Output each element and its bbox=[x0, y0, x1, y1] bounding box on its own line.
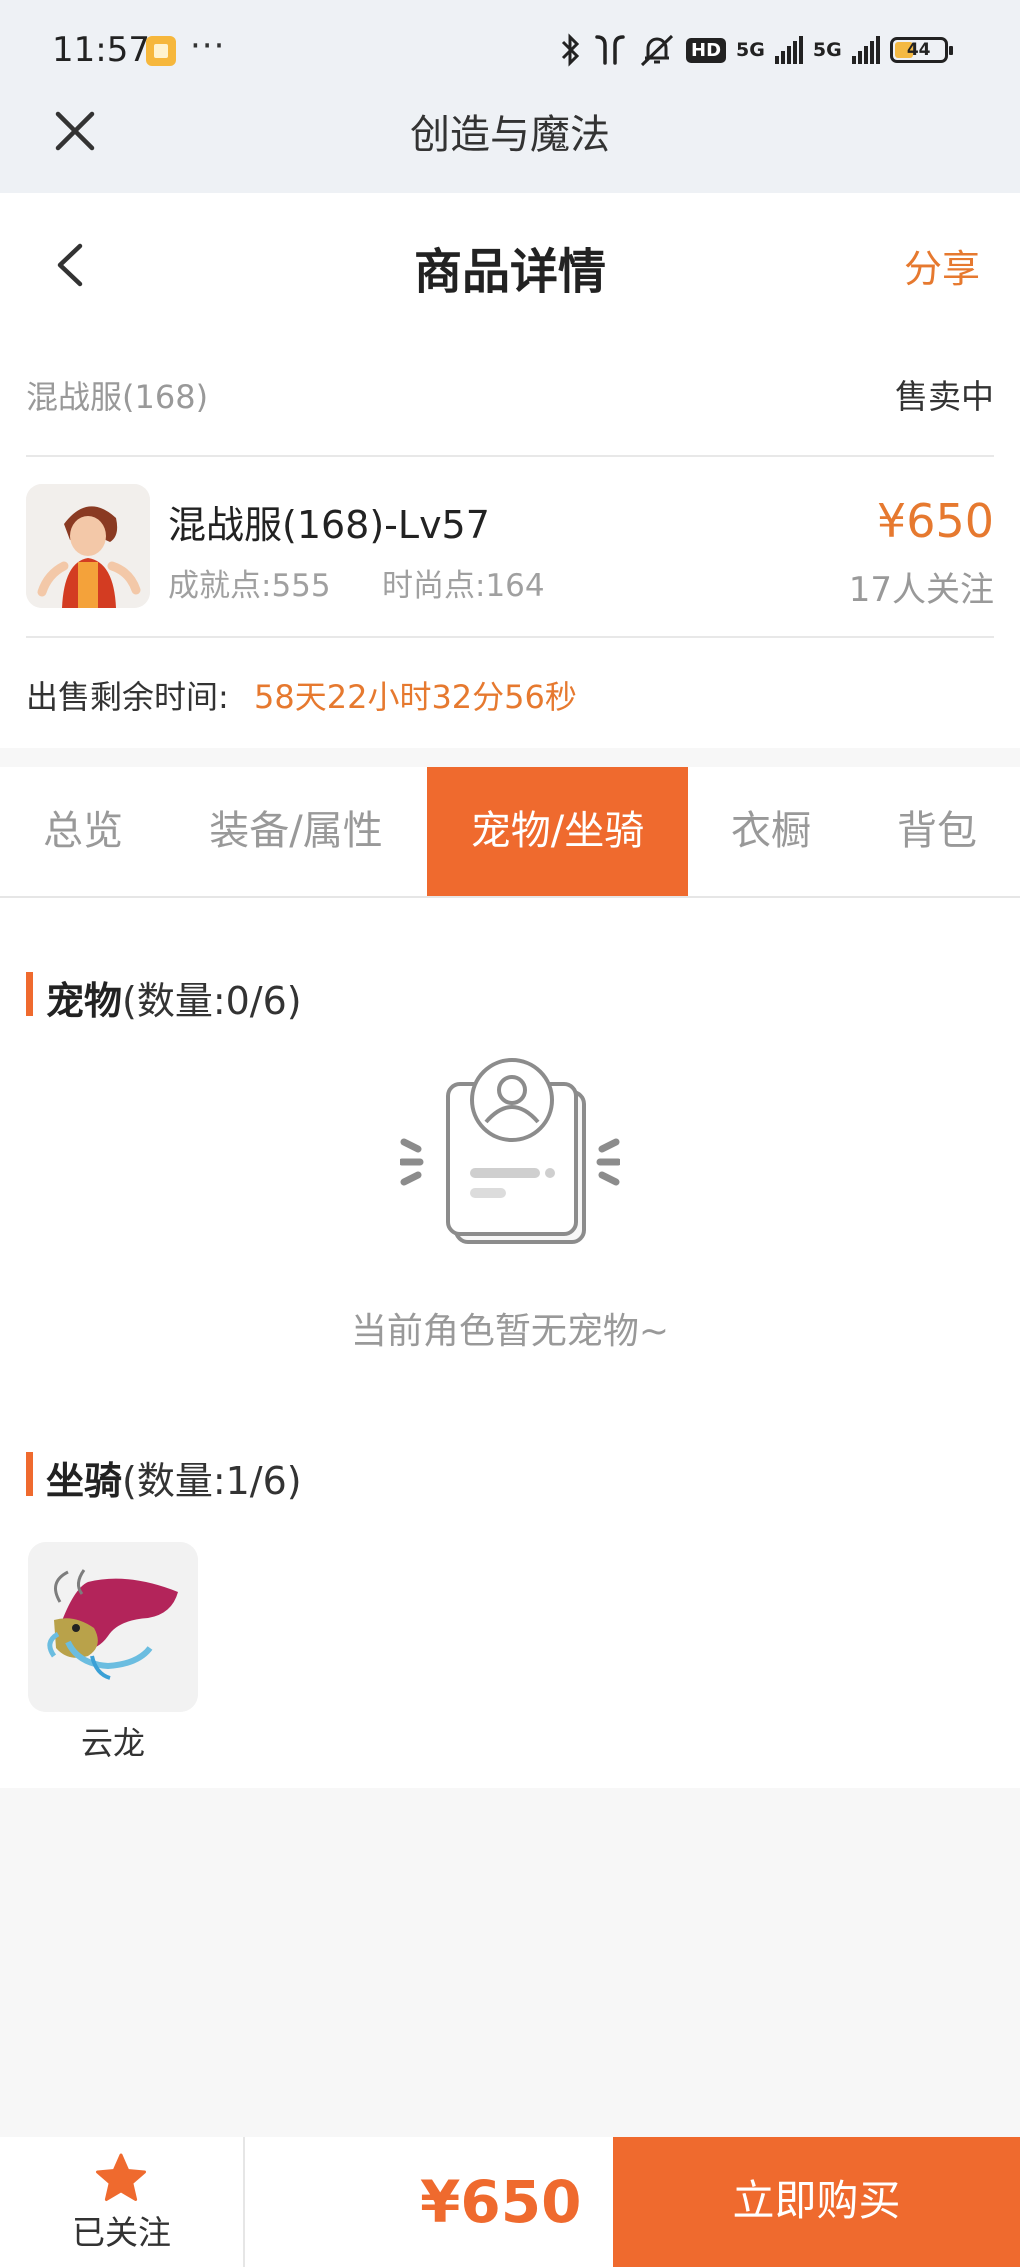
divider bbox=[26, 455, 994, 457]
fashion-points: 时尚点:164 bbox=[382, 568, 545, 604]
tab-pets-mounts[interactable]: 宠物/坐骑 bbox=[427, 767, 688, 896]
follow-label[interactable]: 已关注 bbox=[0, 2206, 243, 2254]
battery-level: 44 bbox=[906, 40, 931, 60]
mounts-count: (数量:1/6) bbox=[122, 1459, 302, 1503]
page-title: 商品详情 bbox=[413, 244, 606, 300]
signal-5g-label-2: 5G bbox=[812, 39, 842, 61]
mounts-section-title: 坐骑 bbox=[46, 1459, 123, 1503]
signal-5g-icon-2 bbox=[851, 36, 880, 64]
listing-name: 混战服(168)-Lv57 bbox=[168, 503, 490, 547]
signal-5g-label: 5G bbox=[736, 39, 765, 61]
listing-price: ¥650 bbox=[876, 494, 994, 548]
empty-state-icon bbox=[400, 1058, 620, 1244]
earbuds-icon bbox=[595, 35, 625, 65]
server-label: 混战服(168) bbox=[26, 378, 209, 416]
mount-name: 云龙 bbox=[80, 1724, 145, 1762]
achievement-points: 成就点:555 bbox=[168, 568, 331, 604]
bluetooth-icon bbox=[561, 33, 580, 67]
notes-app-icon bbox=[146, 36, 176, 66]
signal-5g-icon bbox=[774, 36, 803, 64]
status-time: 11:57 bbox=[52, 30, 150, 70]
remaining-time-label: 出售剩余时间: bbox=[26, 678, 229, 716]
remaining-time-value: 58天22小时32分56秒 bbox=[254, 678, 577, 716]
status-badge: 售卖中 bbox=[895, 377, 994, 416]
dragon-icon bbox=[28, 1542, 198, 1712]
buy-now-button[interactable]: 立即购买 bbox=[613, 2137, 1020, 2267]
tab-equipment[interactable]: 装备/属性 bbox=[166, 767, 426, 896]
tab-backpack[interactable]: 背包 bbox=[854, 767, 1020, 896]
share-button[interactable]: 分享 bbox=[904, 238, 980, 293]
pets-count: (数量:0/6) bbox=[122, 979, 302, 1023]
mount-thumbnail[interactable] bbox=[28, 1542, 198, 1712]
character-portrait-icon bbox=[26, 484, 150, 608]
tab-wardrobe[interactable]: 衣橱 bbox=[688, 767, 854, 896]
miniapp-title: 创造与魔法 bbox=[410, 112, 610, 158]
follower-count: 17人关注 bbox=[848, 570, 994, 610]
tab-overview[interactable]: 总览 bbox=[0, 767, 166, 896]
divider bbox=[26, 636, 994, 638]
battery-icon: 44 bbox=[889, 37, 953, 63]
bottom-price: ¥650 bbox=[420, 2168, 582, 2236]
status-more-dots: ··· bbox=[190, 26, 226, 66]
section-accent-bar bbox=[26, 972, 33, 1016]
mute-icon bbox=[640, 34, 674, 67]
empty-state-text: 当前角色暂无宠物~ bbox=[350, 1311, 670, 1352]
pets-section-title: 宠物 bbox=[46, 979, 123, 1023]
section-accent-bar bbox=[26, 1452, 33, 1496]
character-avatar bbox=[26, 484, 150, 608]
status-icons: HD 5G 5G 44 bbox=[560, 28, 953, 72]
star-icon[interactable] bbox=[94, 2152, 148, 2206]
hd-icon: HD bbox=[686, 37, 727, 63]
